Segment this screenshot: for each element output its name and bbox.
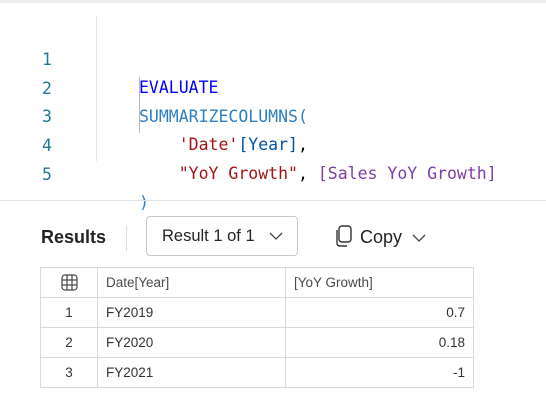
- code-line[interactable]: 1 EVALUATE: [0, 18, 218, 97]
- dax-query-editor[interactable]: 1 EVALUATE 2 SUMMARIZECOLUMNS( 3 'Date'[…: [0, 0, 546, 212]
- table-header-row: Date[Year] [YoY Growth]: [40, 267, 474, 298]
- table-row[interactable]: 1 FY2019 0.7: [40, 297, 474, 328]
- cell-yoy-growth[interactable]: 0.18: [285, 327, 474, 358]
- gutter-separator: [96, 16, 97, 161]
- cell-year[interactable]: FY2021: [97, 357, 286, 388]
- copy-button[interactable]: Copy: [334, 223, 434, 251]
- cell-year[interactable]: FY2019: [97, 297, 286, 328]
- results-toolbar: Results Result 1 of 1 Copy: [0, 201, 546, 267]
- code-line[interactable]: 4 "YoY Growth", [Sales YoY Growth]: [0, 104, 497, 183]
- results-title: Results: [41, 227, 107, 247]
- code-token: "YoY Growth": [178, 164, 298, 183]
- line-number: 5: [42, 165, 52, 184]
- cell-yoy-growth[interactable]: -1: [285, 357, 474, 388]
- row-index: 2: [40, 327, 98, 358]
- code-line[interactable]: 5 ): [0, 133, 149, 212]
- column-header-yoy-growth[interactable]: [YoY Growth]: [285, 267, 474, 298]
- results-table: Date[Year] [YoY Growth] 1 FY2019 0.7 2 F…: [40, 267, 474, 388]
- line-number: 1: [42, 50, 52, 69]
- table-row[interactable]: 2 FY2020 0.18: [40, 327, 474, 358]
- code-token: SUMMARIZECOLUMNS(: [139, 107, 308, 126]
- code-token: [Year]: [238, 135, 298, 154]
- copy-label: Copy: [360, 227, 403, 247]
- code-text: SUMMARIZECOLUMNS(: [139, 103, 308, 131]
- code-text: "YoY Growth", [Sales YoY Growth]: [139, 160, 497, 188]
- code-text: 'Date'[Year],: [139, 131, 308, 159]
- result-selector-label: Result 1 of 1: [162, 227, 255, 245]
- code-line[interactable]: 2 SUMMARIZECOLUMNS(: [0, 47, 308, 126]
- column-header-year[interactable]: Date[Year]: [97, 267, 286, 298]
- cell-year[interactable]: FY2020: [97, 327, 286, 358]
- code-token: EVALUATE: [139, 78, 219, 97]
- code-token: [Sales YoY Growth]: [317, 164, 497, 183]
- row-index: 3: [40, 357, 98, 388]
- result-selector-dropdown[interactable]: Result 1 of 1: [146, 216, 298, 256]
- select-all-cell[interactable]: [40, 267, 98, 298]
- copy-icon: [336, 225, 352, 247]
- chevron-down-icon: [412, 234, 426, 242]
- editor-top-border: [0, 0, 546, 3]
- row-index: 1: [40, 297, 98, 328]
- code-text: EVALUATE: [139, 74, 218, 102]
- code-line[interactable]: 3 'Date'[Year],: [0, 75, 308, 154]
- line-number: 4: [42, 136, 52, 155]
- code-token: ,: [297, 135, 308, 154]
- line-number: 2: [42, 79, 52, 98]
- code-token: 'Date': [178, 135, 239, 154]
- code-token: ,: [297, 164, 318, 183]
- cell-yoy-growth[interactable]: 0.7: [285, 297, 474, 328]
- toolbar-divider: [126, 225, 127, 251]
- line-number: 3: [42, 107, 52, 126]
- chevron-down-icon: [269, 232, 283, 240]
- table-row[interactable]: 3 FY2021 -1: [40, 357, 474, 388]
- table-grid-icon: [60, 274, 78, 291]
